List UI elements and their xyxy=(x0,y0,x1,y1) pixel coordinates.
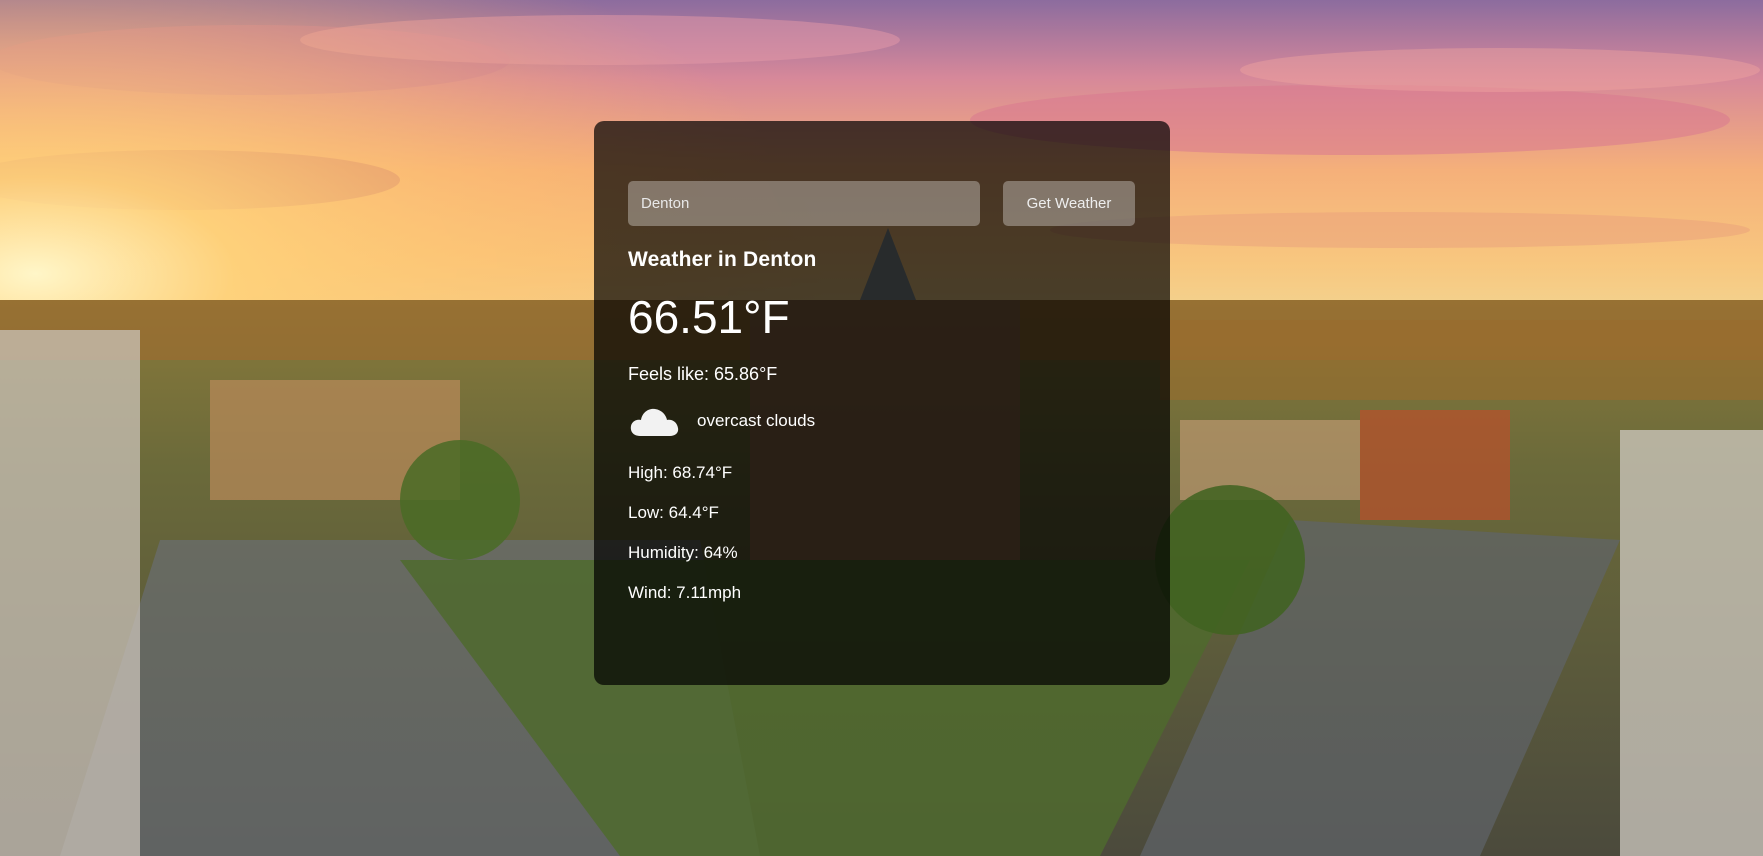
condition-text: overcast clouds xyxy=(697,411,816,430)
weather-title: Weather in Denton xyxy=(628,248,817,271)
temperature-value: 66.51°F xyxy=(628,291,790,343)
humidity-text: Humidity: 64% xyxy=(628,543,738,562)
high-temp-text: High: 68.74°F xyxy=(628,463,733,482)
condition-row: overcast clouds xyxy=(628,401,1136,441)
wind-text: Wind: 7.11mph xyxy=(628,583,742,602)
cloud-icon xyxy=(628,403,680,439)
feels-like-text: Feels like: 65.86°F xyxy=(628,364,778,384)
get-weather-button[interactable]: Get Weather xyxy=(1003,181,1135,226)
low-temp-text: Low: 64.4°F xyxy=(628,503,719,522)
city-search-input[interactable] xyxy=(628,181,980,226)
weather-card: Get Weather Weather in Denton 66.51°F Fe… xyxy=(594,121,1170,685)
search-row: Get Weather xyxy=(628,181,1136,226)
